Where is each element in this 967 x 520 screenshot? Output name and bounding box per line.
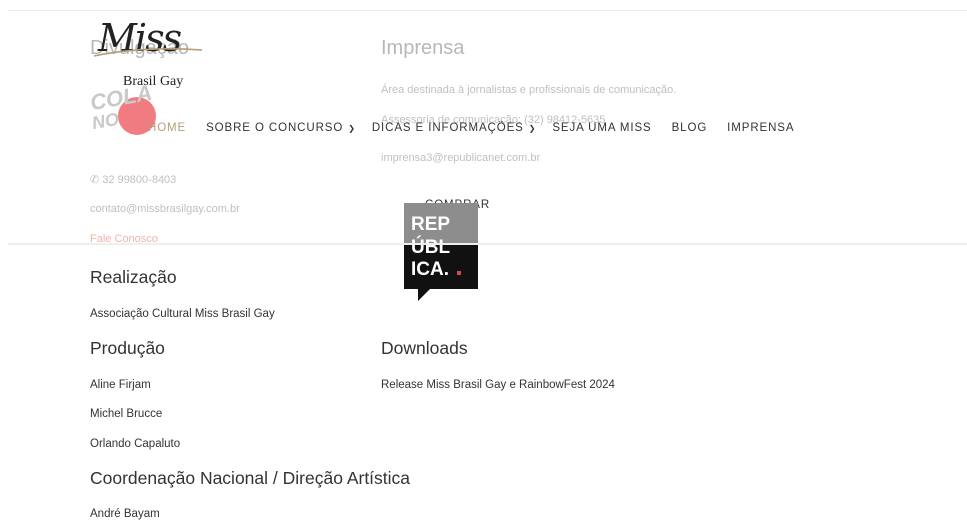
coordenacao-heading: Coordenação Nacional / Direção Artística (90, 468, 411, 488)
nav-dicas-e-informacoes[interactable]: DICAS E INFORMAÇÕES ❯ (372, 122, 537, 134)
nav-blog[interactable]: BLOG (672, 122, 708, 134)
producao-item: Aline Firjam (90, 379, 151, 391)
republica-logo[interactable]: REP ÚBL ICA. (404, 203, 480, 308)
downloads-heading: Downloads (381, 338, 468, 358)
chevron-down-icon: ❯ (348, 123, 356, 133)
nav-dicas-label: DICAS E INFORMAÇÕES (371, 122, 524, 134)
phone-line: ✆ 32 99800-8403 (90, 173, 176, 186)
phone-icon: ✆ (90, 174, 100, 186)
nav-sobre-o-concurso[interactable]: SOBRE O CONCURSO ❯ (206, 122, 356, 134)
imprensa-heading: Imprensa (381, 37, 465, 59)
rep-line3: ICA. (411, 259, 449, 280)
phone-number: 32 99800-8403 (102, 174, 177, 186)
section-divider (8, 243, 967, 245)
logo-swoosh-icon (93, 48, 203, 57)
nav-seja-uma-miss[interactable]: SEJA UMA MISS (552, 122, 651, 134)
rep-line1: REP (411, 214, 450, 235)
contact-email[interactable]: contato@missbrasilgay.com.br (90, 203, 240, 215)
header-top-border (8, 10, 967, 11)
realizacao-heading: Realização (90, 267, 177, 287)
main-nav: HOME SOBRE O CONCURSO ❯ DICAS E INFORMAÇ… (148, 122, 794, 134)
rep-line2: ÚBL (411, 236, 450, 258)
imprensa-description: Área destinada à jornalistas e profissio… (381, 84, 677, 96)
nav-imprensa[interactable]: IMPRENSA (727, 122, 794, 134)
realizacao-text: Associação Cultural Miss Brasil Gay (90, 308, 275, 320)
republica-logo-icon: REP ÚBL ICA. (404, 203, 478, 301)
producao-heading: Produção (90, 338, 165, 358)
imprensa-email[interactable]: imprensa3@republicanet.com.br (381, 152, 540, 164)
chevron-down-icon: ❯ (528, 123, 537, 133)
downloads-link[interactable]: Release Miss Brasil Gay e RainbowFest 20… (381, 379, 615, 391)
badge-line2: NO (90, 108, 121, 134)
producao-item: Michel Brucce (90, 408, 163, 420)
nav-sobre-label: SOBRE O CONCURSO (206, 122, 344, 134)
nav-home[interactable]: HOME (148, 122, 186, 134)
coordenacao-item: André Bayam (90, 508, 160, 520)
cola-no-evento-badge[interactable]: COLA NO (88, 80, 160, 155)
producao-item: Orlando Capaluto (90, 438, 181, 450)
